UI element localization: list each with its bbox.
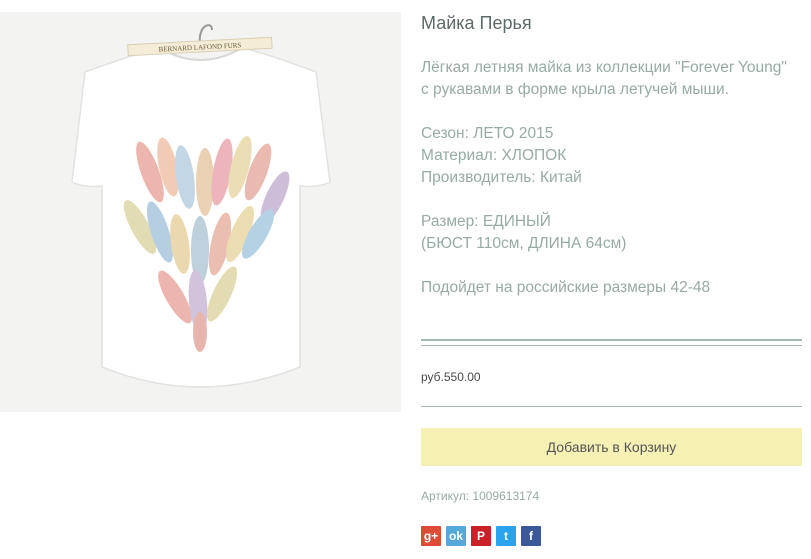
product-description: Лёгкая летняя майка из коллекции "Foreve… — [421, 57, 791, 299]
product-sku: Артикул: 1009613174 — [421, 489, 540, 503]
social-share-bar: g+ ok P t f — [421, 526, 541, 546]
twitter-icon[interactable]: t — [496, 526, 516, 546]
fit-text: Подойдет на российские размеры 42-48 — [421, 279, 711, 296]
product-title: Майка Перья — [421, 13, 532, 33]
facebook-icon[interactable]: f — [521, 526, 541, 546]
divider — [421, 345, 802, 346]
description-text: Лёгкая летняя майка из коллекции "Foreve… — [421, 59, 787, 98]
product-image[interactable]: BERNARD LAFOND FURS — [0, 12, 401, 412]
material-text: Материал: ХЛОПОК — [421, 147, 567, 164]
divider — [421, 406, 802, 407]
divider — [421, 339, 802, 341]
add-to-cart-button[interactable]: Добавить в Корзину — [421, 428, 802, 466]
odnoklassniki-icon[interactable]: ok — [446, 526, 466, 546]
manufacturer-text: Производитель: Китай — [421, 169, 582, 186]
season-text: Сезон: ЛЕТО 2015 — [421, 125, 554, 142]
pinterest-icon[interactable]: P — [471, 526, 491, 546]
size-text: Размер: ЕДИНЫЙ — [421, 213, 551, 230]
product-price: руб.550.00 — [421, 370, 481, 384]
size-detail-text: (БЮСТ 110см, ДЛИНА 64см) — [421, 235, 627, 252]
google-plus-icon[interactable]: g+ — [421, 526, 441, 546]
